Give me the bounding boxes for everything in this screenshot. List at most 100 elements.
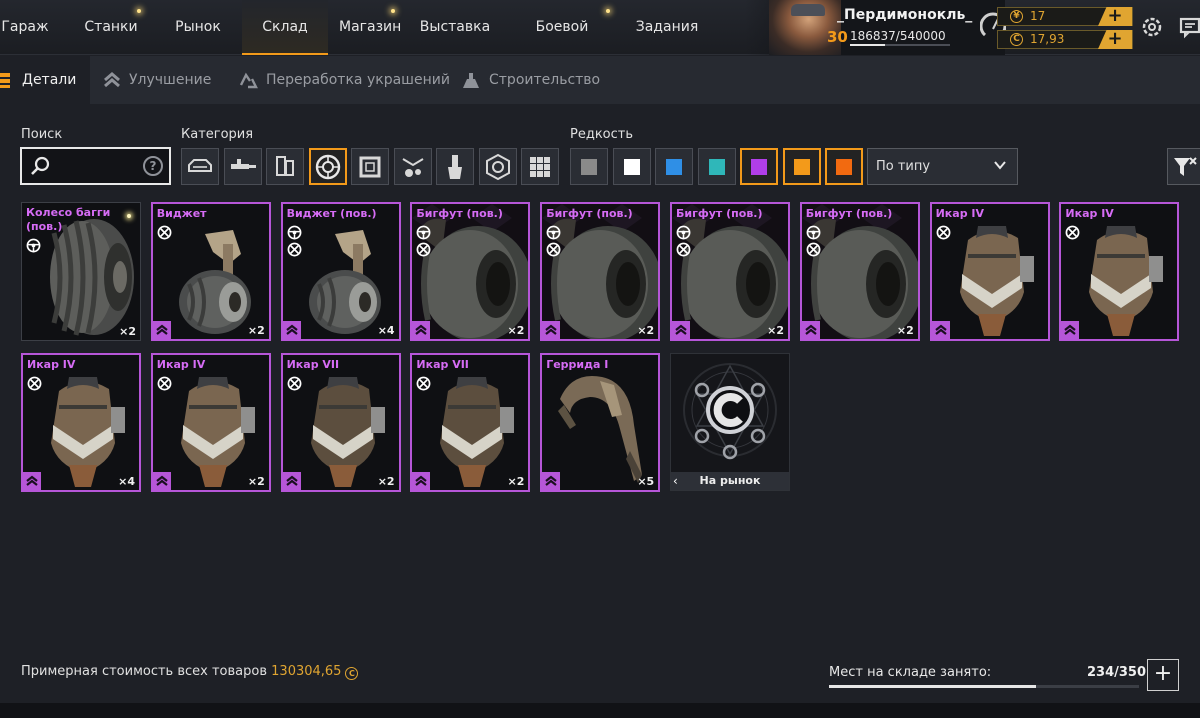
upgrade-chevrons-icon <box>282 472 301 490</box>
all-grid-icon <box>530 156 550 177</box>
category-filter-all-grid[interactable] <box>521 148 559 185</box>
no-steer-icon <box>806 242 821 257</box>
rarity-filter-legendary[interactable] <box>782 148 821 185</box>
item-name: Бигфут (пов.) <box>546 207 633 220</box>
item-card[interactable]: Геррида I ×5 <box>540 353 661 492</box>
tab-construction[interactable]: Строительство <box>461 56 600 104</box>
nav-item-label: Задания <box>635 19 699 35</box>
upgrade-chevrons-icon <box>104 72 120 88</box>
item-quantity: ×2 <box>507 475 525 488</box>
settings-gear-icon[interactable] <box>1140 15 1164 39</box>
item-name: Виджет <box>156 207 207 220</box>
item-attribute-icons <box>806 223 821 257</box>
player-panel[interactable]: _Пердимонокль_ 30 186837/540000 <box>745 0 1005 55</box>
item-card[interactable]: Бигфут (пов.) ×2 <box>670 202 790 341</box>
item-card[interactable]: Икар IV ×4 <box>21 353 141 492</box>
category-filter-resource[interactable] <box>478 148 517 185</box>
rarity-filter-special[interactable] <box>655 148 693 185</box>
upgrade-chevrons-icon <box>152 321 171 339</box>
tab-recycle-decor-label: Переработка украшений <box>266 72 450 88</box>
market-card[interactable]: ‹ На рынок <box>670 353 790 491</box>
steer-wheel-icon <box>287 225 302 240</box>
item-attribute-icons <box>287 223 302 257</box>
upgrade-chevrons-icon <box>542 321 561 339</box>
rarity-filter-rare-white[interactable] <box>612 148 651 185</box>
item-quantity: ×2 <box>896 324 914 337</box>
nav-item-3[interactable]: Склад <box>242 0 328 55</box>
item-card[interactable]: Икар IV ×2 <box>150 353 271 492</box>
currency-secondary-value: 17,93 <box>1030 32 1065 46</box>
buy-currency-primary-button[interactable]: + <box>1098 7 1132 26</box>
paint-icon <box>448 154 462 179</box>
category-filter-frame[interactable] <box>351 148 389 185</box>
top-bar: Гараж Станки Рынок Склад Магазин Выставка Боев… <box>0 0 1200 90</box>
item-card[interactable]: Бигфут (пов.) ×2 <box>799 202 920 341</box>
chevron-down-icon <box>994 161 1006 170</box>
chat-icon[interactable] <box>1178 15 1200 39</box>
buy-currency-secondary-button[interactable]: + <box>1098 30 1132 49</box>
search-help-icon[interactable]: ? <box>143 156 163 176</box>
no-steer-icon <box>287 376 302 391</box>
item-card[interactable]: Виджет ×2 <box>150 202 271 341</box>
item-name: Икар IV <box>156 358 206 371</box>
player-level: 30 <box>827 28 848 46</box>
player-xp: 186837/540000 <box>850 29 946 43</box>
crossout-coin-icon: C <box>345 667 359 680</box>
currency-primary-value: 17 <box>1030 9 1046 23</box>
storage-progress-fill <box>829 685 1037 688</box>
nav-item-1[interactable]: Станки <box>75 0 147 55</box>
item-card[interactable]: Виджет (пов.) ×4 <box>280 202 401 341</box>
item-card[interactable]: Икар VII ×2 <box>280 353 401 492</box>
rarity-filter-relic[interactable] <box>825 148 863 185</box>
nav-item-5[interactable]: Выставка <box>418 0 492 55</box>
tab-recycle-decor[interactable]: Переработка украшений <box>238 56 450 104</box>
search-input[interactable]: ? <box>20 147 171 185</box>
category-filter-weapon[interactable] <box>223 148 262 185</box>
item-quantity: ×2 <box>247 324 265 337</box>
item-card[interactable]: Икар IV <box>929 202 1050 341</box>
xp-progress-bar <box>850 44 950 46</box>
filter-reset-button[interactable] <box>1167 148 1200 185</box>
nav-item-2[interactable]: Рынок <box>167 0 229 55</box>
resource-icon <box>485 153 510 180</box>
decor-icon <box>401 157 424 177</box>
no-steer-icon <box>157 225 172 240</box>
expand-storage-button[interactable]: + <box>1147 659 1179 691</box>
category-filter-hardware[interactable] <box>266 148 304 185</box>
no-steer-icon <box>416 242 431 257</box>
nav-item-4[interactable]: Магазин <box>339 0 401 55</box>
item-card[interactable]: Бигфут (пов.) ×2 <box>540 202 661 341</box>
category-filter-wheel[interactable] <box>308 148 347 185</box>
item-quantity: ×4 <box>118 475 135 488</box>
item-card[interactable]: Икар VII ×2 <box>410 353 531 492</box>
no-steer-icon <box>936 225 951 240</box>
rarity-filter-epic-teal[interactable] <box>697 148 736 185</box>
item-card[interactable]: Икар IV <box>1059 202 1180 341</box>
rarity-filter-epic[interactable] <box>740 148 778 185</box>
cabin-icon <box>188 158 212 172</box>
upgrade-chevrons-icon <box>412 472 431 490</box>
item-name: Бигфут (пов.) <box>676 207 763 220</box>
market-card-label: На рынок <box>671 472 789 490</box>
category-filter-cabin[interactable] <box>181 148 219 185</box>
sort-select[interactable]: По типу <box>867 148 1018 185</box>
nav-item-0[interactable]: Гараж <box>0 0 50 55</box>
rarity-filter-common[interactable] <box>570 148 608 185</box>
category-filter-paint[interactable] <box>436 148 474 185</box>
item-name: Икар IV <box>27 358 76 371</box>
tab-parts[interactable]: Детали <box>0 56 90 104</box>
upgrade-chevrons-icon <box>282 321 301 339</box>
item-card[interactable]: Колесо багги (пов.) ×2 <box>21 202 141 341</box>
category-filter-decor[interactable] <box>393 148 432 185</box>
tab-upgrade[interactable]: Улучшение <box>103 56 211 104</box>
sub-tabs: Детали Улучшение Переработка украшений С… <box>0 56 1200 104</box>
item-card[interactable]: Бигфут (пов.) ×2 <box>410 202 531 341</box>
item-name: Бигфут (пов.) <box>416 207 503 220</box>
item-attribute-icons <box>416 374 431 391</box>
upgrade-chevrons-icon <box>152 472 171 490</box>
upgrade-chevrons-icon <box>412 321 431 339</box>
steer-wheel-icon <box>26 238 41 253</box>
crossout-coin-icon: ¥ <box>1010 10 1023 23</box>
nav-item-6[interactable]: Боевой пропуск <box>508 0 616 90</box>
nav-item-7[interactable]: Задания <box>632 0 702 55</box>
